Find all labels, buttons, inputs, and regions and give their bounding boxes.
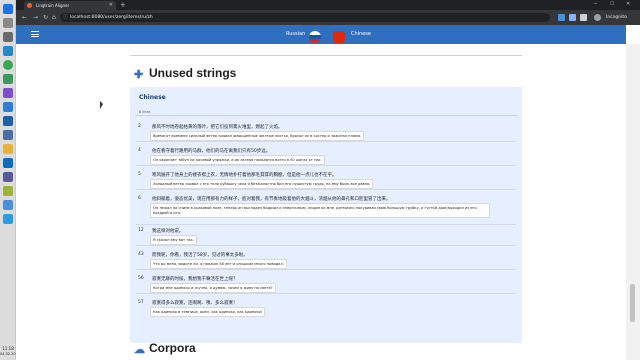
browser-chrome: Lingtrain Aligner ✕ + ─ ☐ ✕ ← → ↻ ⌂ ⓘ lo…: [16, 0, 640, 25]
maximize-icon[interactable]: ☐: [610, 0, 614, 9]
russian-line: Время от времени сильный ветер срывал ом…: [150, 131, 365, 141]
outlook-icon[interactable]: [3, 158, 13, 168]
info-icon[interactable]: ⓘ: [63, 13, 68, 22]
russian-line: Что до меня, видите ли, я прожил 58 лет …: [150, 259, 287, 269]
divider: [136, 141, 516, 142]
chinese-line: 他在看守着行路用的马群，他们的马在离我们只有50步远。: [152, 149, 271, 154]
russian-line: Он лежал на спине в красивой позе, тепер…: [150, 203, 490, 218]
app-icon[interactable]: [3, 172, 13, 182]
app-icon[interactable]: [3, 74, 13, 84]
russian-line: Я сказал ему вот так.: [150, 235, 197, 245]
line-number: 5: [138, 172, 141, 177]
windows-start-icon[interactable]: [3, 4, 13, 14]
russian-line: Когда мне одиноко и скучно, я думаю, зач…: [150, 283, 276, 293]
extension-icon[interactable]: [569, 14, 576, 21]
unused-strings-card: Chinese 8 lines 2 那风不时地卷起枯黄的落叶，把它们投到篝火堆里…: [130, 87, 522, 343]
unused-strings-heading: ✚ Unused strings: [134, 66, 237, 81]
line-number: 43: [138, 252, 144, 257]
windows-taskbar: 11:18 04.02.2021: [0, 0, 20, 360]
divider: [136, 293, 516, 294]
chinese-line: 那风不时地卷起枯黄的落叶，把它们投到篝火堆里，燃起了火焰。: [152, 125, 283, 130]
calendar-icon[interactable]: [3, 130, 13, 140]
divider: [136, 245, 516, 246]
line-number: 56: [138, 276, 144, 281]
chinese-line: 我这样对他说。: [152, 229, 184, 234]
divider: [130, 55, 522, 56]
browser-toolbar: ← → ↻ ⌂ ⓘ localhost:8080/user/zerg/items…: [16, 10, 640, 25]
close-tab-icon[interactable]: ✕: [109, 1, 113, 10]
app-icon[interactable]: [3, 200, 13, 210]
lang-to-label: Chinese: [351, 31, 371, 37]
app-icon[interactable]: [3, 116, 13, 126]
chinese-line: 寂寞无聊的时候，我想我干嘛活在世上呢？: [152, 277, 238, 282]
russian-line: Как одиноко в темнице, орел, как одиноко…: [150, 307, 266, 317]
extension-icon[interactable]: [580, 14, 587, 21]
mouse-cursor-icon: [100, 101, 103, 109]
address-bar[interactable]: ⓘ localhost:8080/user/zerg/items/ru/zh: [60, 13, 550, 22]
tab-favicon-icon: [27, 3, 32, 8]
app-icon[interactable]: [3, 102, 13, 112]
chinese-line: 寒风展开了他身上的褛衣襟上衣，无情地扑打着他那毛茸茸的胸膛，但是他一点儿也不在乎…: [152, 173, 337, 178]
hamburger-menu-icon[interactable]: [31, 31, 39, 37]
page-scrollbar[interactable]: [626, 44, 640, 360]
forward-icon[interactable]: →: [33, 13, 38, 22]
divider: [136, 189, 516, 190]
extension-icon[interactable]: [558, 14, 565, 21]
vscode-icon[interactable]: [3, 46, 13, 56]
cloud-icon: ☁: [134, 344, 145, 356]
divider: [136, 165, 516, 166]
russian-line: Он охраняет табун их кочевой упряжки, а …: [150, 155, 325, 165]
chinese-line: 而我呢，你看，我活了58岁，见过的事太多啦。: [152, 253, 248, 258]
taskbar-time[interactable]: 11:18: [0, 346, 16, 351]
explorer-icon[interactable]: [3, 144, 13, 154]
line-number: 4: [138, 148, 141, 153]
taskbar-date[interactable]: 04.02.2021: [0, 352, 20, 357]
divider: [135, 115, 517, 116]
line-number: 57: [138, 300, 144, 305]
puzzle-icon: ✚: [134, 69, 144, 81]
incognito-icon[interactable]: [594, 14, 601, 21]
task-view-icon[interactable]: [3, 32, 13, 42]
chinese-line: 他斜躺着，姿态优美，现在用那有力的样子，脸对着我，有节奏地吸着他的大烟斗，浓烟从…: [152, 197, 391, 202]
new-tab-icon[interactable]: +: [120, 0, 126, 10]
browser-tab[interactable]: Lingtrain Aligner ✕: [24, 1, 116, 10]
close-window-icon[interactable]: ✕: [626, 0, 630, 9]
divider: [136, 224, 516, 225]
app-icon[interactable]: [3, 214, 13, 224]
scrollbar-thumb[interactable]: [630, 284, 635, 322]
chrome-icon[interactable]: [3, 60, 13, 70]
visual-studio-icon[interactable]: [3, 88, 13, 98]
tab-title: Lingtrain Aligner: [36, 3, 70, 8]
line-number: 6: [138, 196, 141, 201]
incognito-label[interactable]: Incognito: [606, 13, 627, 22]
app-header: Russian Chinese: [16, 25, 626, 44]
home-icon[interactable]: ⌂: [52, 13, 56, 22]
url-text: localhost:8080/user/zerg/items/ru/zh: [70, 15, 153, 20]
back-icon[interactable]: ←: [22, 13, 27, 22]
main-content: ✚ Unused strings Chinese 8 lines 2 那风不时地卷…: [16, 44, 626, 360]
russian-line: Холодный ветер сорвал с его тела рубашку…: [150, 179, 374, 189]
divider: [136, 269, 516, 270]
lines-count: 8 lines: [139, 110, 151, 114]
lang-from-label: Russian: [286, 31, 306, 37]
china-flag-icon: [333, 31, 345, 43]
app-icon[interactable]: [3, 186, 13, 196]
reload-icon[interactable]: ↻: [43, 13, 48, 22]
search-icon[interactable]: [3, 18, 13, 28]
line-number: 2: [138, 124, 141, 129]
minimize-icon[interactable]: ─: [594, 0, 597, 9]
line-number: 12: [138, 228, 144, 233]
card-title: Chinese: [139, 94, 166, 101]
corpora-heading: ☁ Corpora: [134, 341, 196, 356]
russia-flag-icon: [309, 31, 321, 43]
chinese-line: 寂寞得多么寂寞，连啊啊、咦、多么寂寞！: [152, 301, 238, 306]
